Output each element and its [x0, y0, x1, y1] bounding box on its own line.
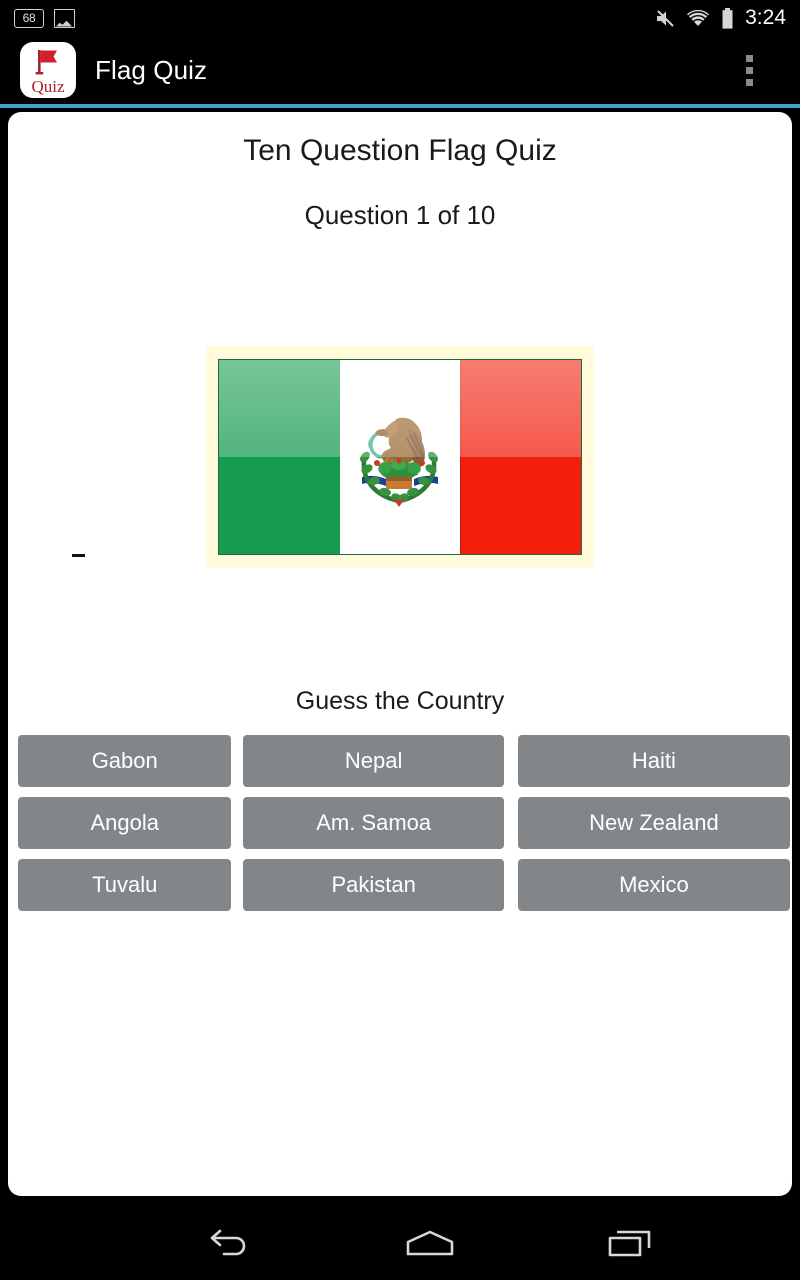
android-screen: 68 3:24 Quiz Flag Quiz Ten Question Flag…: [0, 0, 800, 1280]
nav-home-button[interactable]: [330, 1208, 530, 1280]
nav-recents-button[interactable]: [530, 1208, 730, 1280]
answer-button-mexico[interactable]: Mexico: [517, 859, 790, 911]
back-arrow-icon: [210, 1229, 246, 1256]
gallery-image-icon: [54, 8, 75, 28]
answer-button-gabon[interactable]: Gabon: [18, 735, 232, 787]
status-bar: 68 3:24: [0, 0, 800, 36]
answer-button-angola[interactable]: Angola: [18, 797, 232, 849]
guess-prompt-label: Guess the Country: [295, 687, 505, 715]
overflow-menu-button[interactable]: [732, 45, 766, 96]
overflow-dot-icon: [745, 66, 753, 74]
answer-row: Gabon Nepal Haiti: [10, 735, 790, 787]
nav-back-button[interactable]: [130, 1208, 330, 1280]
answer-button-new-zealand[interactable]: New Zealand: [517, 797, 790, 849]
question-counter: Question 1 of 10: [304, 200, 496, 230]
flag-image-mexico[interactable]: [218, 359, 582, 555]
coat-of-arms-icon: [360, 417, 438, 507]
answer-button-haiti[interactable]: Haiti: [517, 735, 790, 787]
action-bar: Quiz Flag Quiz: [0, 36, 800, 104]
answer-button-am-samoa[interactable]: Am. Samoa: [243, 797, 504, 849]
answer-choices-grid: Gabon Nepal Haiti Angola Am. Samoa New Z…: [10, 735, 790, 911]
quiz-content-card: Ten Question Flag Quiz Question 1 of 10: [8, 112, 792, 1196]
status-bar-clock: 3:24: [745, 6, 786, 29]
battery-icon: [721, 7, 734, 29]
red-flag-icon: [35, 50, 57, 75]
flag-band-red: [460, 360, 581, 554]
answer-button-tuvalu[interactable]: Tuvalu: [18, 859, 232, 911]
flag-quiz-app-icon[interactable]: Quiz: [20, 42, 76, 98]
overflow-dot-icon: [745, 54, 753, 62]
answer-row: Tuvalu Pakistan Mexico: [10, 859, 790, 911]
status-bar-left-icons: 68: [0, 8, 75, 28]
wifi-icon: [686, 9, 710, 27]
action-bar-accent-line: [0, 104, 800, 108]
android-navigation-bar: [0, 1208, 800, 1280]
volume-mute-icon: [655, 9, 675, 28]
answer-row: Angola Am. Samoa New Zealand: [10, 797, 790, 849]
overflow-dot-icon: [745, 78, 753, 86]
flag-frame: [206, 346, 594, 568]
notification-count-icon: 68: [14, 8, 44, 28]
app-icon-quiz-text: Quiz: [31, 77, 65, 96]
answer-button-nepal[interactable]: Nepal: [243, 735, 504, 787]
app-title: Flag Quiz: [95, 54, 208, 85]
text-cursor-artifact: [72, 554, 85, 557]
status-bar-right-icons: 3:24: [655, 6, 800, 30]
quiz-title: Ten Question Flag Quiz: [243, 134, 557, 167]
home-icon: [406, 1230, 454, 1256]
flag-band-green: [219, 360, 340, 554]
recent-apps-icon: [608, 1230, 651, 1257]
answer-button-pakistan[interactable]: Pakistan: [243, 859, 504, 911]
